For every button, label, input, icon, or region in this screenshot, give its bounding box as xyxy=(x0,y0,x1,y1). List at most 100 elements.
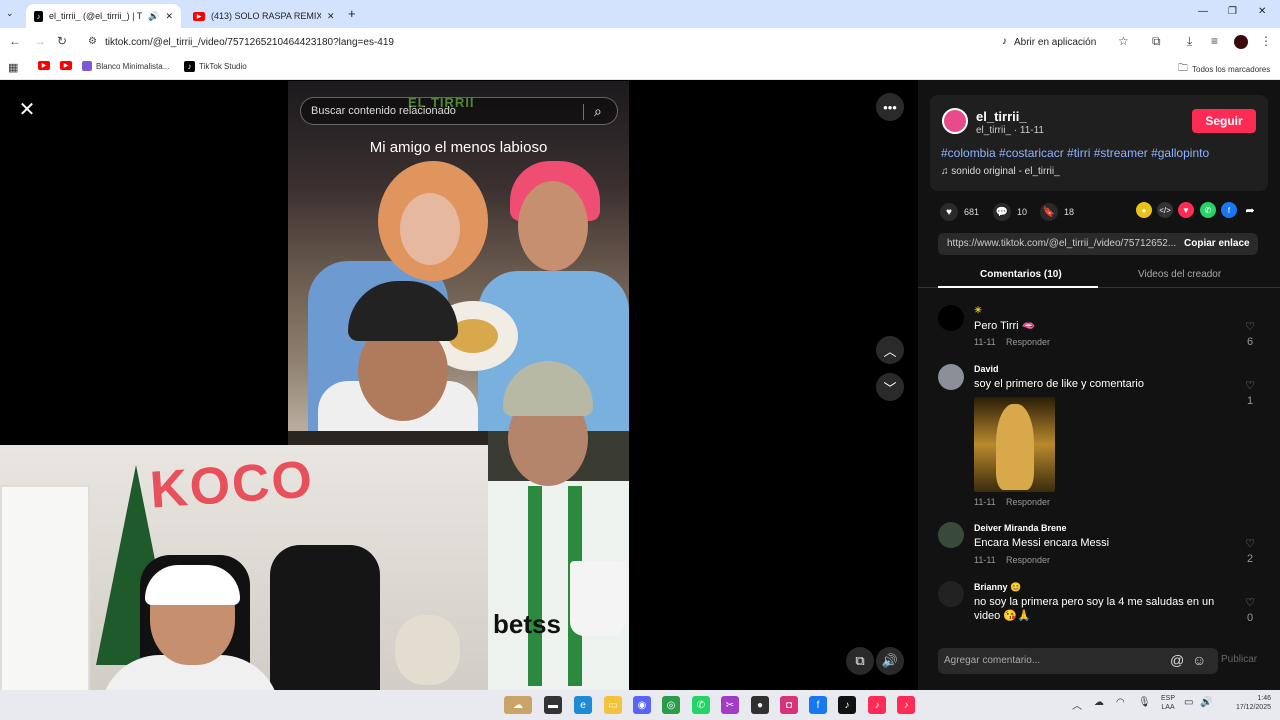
display-icon[interactable]: ▭ xyxy=(1184,697,1193,708)
comment-icon: 💬 xyxy=(993,203,1011,221)
restore-icon[interactable]: ❐ xyxy=(1228,6,1237,17)
edge-icon[interactable]: e xyxy=(574,696,592,714)
obs-icon[interactable]: ● xyxy=(751,696,769,714)
close-tab-icon[interactable]: ✕ xyxy=(165,11,173,22)
browser-tab-youtube[interactable]: ▶ (413) SOLO RASPA REMIX - @ ✕ xyxy=(185,4,345,28)
volume-button[interactable]: 🔊 xyxy=(876,647,904,675)
like-stat[interactable]: ♥ 681 xyxy=(940,203,979,221)
tiktok-icon[interactable]: ♪ xyxy=(838,696,856,714)
chrome-icon[interactable]: ◎ xyxy=(662,696,680,714)
file-explorer-dark-icon[interactable]: ▬ xyxy=(544,696,562,714)
comment-like-icon[interactable]: ♡ xyxy=(1243,537,1257,550)
speaker-icon[interactable]: 🔊 xyxy=(148,11,159,22)
comment-author-badge: ☀ xyxy=(974,305,983,315)
back-icon[interactable]: ← xyxy=(9,34,21,48)
facebook-icon[interactable]: f xyxy=(1221,202,1237,218)
url-text[interactable]: tiktok.com/@el_tirrii_/video/75712652104… xyxy=(105,37,394,48)
video-sound[interactable]: ♫ sonido original - el_tirrii_ xyxy=(941,166,1060,177)
close-window-icon[interactable]: ✕ xyxy=(1258,6,1266,17)
apps-grid-icon[interactable]: ▦ xyxy=(8,61,18,74)
save-stat[interactable]: 🔖 18 xyxy=(1040,203,1074,221)
tiktok-studio-icon[interactable]: ♪ xyxy=(868,696,886,714)
copy-link-button[interactable]: Copiar enlace xyxy=(1184,238,1250,249)
coin-icon[interactable]: ● xyxy=(1136,202,1152,218)
reload-icon[interactable]: ↻ xyxy=(57,34,67,48)
comment-avatar[interactable] xyxy=(938,581,964,607)
comment-author[interactable]: David xyxy=(974,364,999,374)
comment-input[interactable]: Agregar comentario... @ ☺ xyxy=(938,648,1218,674)
minimize-icon[interactable]: — xyxy=(1198,6,1208,17)
reply-button[interactable]: Responder xyxy=(1006,555,1050,565)
comment-like-icon[interactable]: ♡ xyxy=(1243,379,1257,392)
comment-avatar[interactable] xyxy=(938,522,964,548)
author-avatar[interactable] xyxy=(942,108,968,134)
browser-tab-tiktok[interactable]: ♪ el_tirrii_ (@el_tirrii_) | TikTok 🔊 ✕ xyxy=(26,4,181,28)
video-link-url[interactable]: https://www.tiktok.com/@el_tirrii_/video… xyxy=(947,238,1177,249)
follow-button[interactable]: Seguir xyxy=(1192,109,1256,133)
reading-list-icon[interactable]: ≡ xyxy=(1211,34,1218,48)
whatsapp-icon[interactable]: ✆ xyxy=(1200,202,1216,218)
download-icon[interactable]: ⤓ xyxy=(1187,34,1192,49)
whatsapp-icon[interactable]: ✆ xyxy=(692,696,710,714)
profile-avatar[interactable] xyxy=(1234,35,1248,49)
extensions-icon[interactable]: ⧉ xyxy=(1152,34,1161,49)
volume-icon[interactable]: 🔊 xyxy=(1200,697,1212,708)
new-tab-icon[interactable]: + xyxy=(348,6,356,21)
search-icon[interactable]: ⌕ xyxy=(594,103,602,120)
comment-stat[interactable]: 💬 10 xyxy=(993,203,1027,221)
related-search-bar[interactable]: Buscar contenido relacionado ⌕ xyxy=(300,97,618,125)
video-link-box: https://www.tiktok.com/@el_tirrii_/video… xyxy=(938,233,1258,255)
more-options-button[interactable]: ••• xyxy=(876,93,904,121)
bookmark-star-icon[interactable]: ☆ xyxy=(1118,34,1129,48)
discord-icon[interactable]: ◉ xyxy=(633,696,651,714)
tab-search-icon[interactable]: ⌄ xyxy=(6,8,14,19)
comment-author[interactable]: Brianny 😊 xyxy=(974,582,1021,593)
comment-avatar[interactable] xyxy=(938,305,964,331)
author-username[interactable]: el_tirrii_ xyxy=(976,109,1027,124)
widgets-icon[interactable]: ☁ xyxy=(504,696,532,714)
close-video-button[interactable]: ✕ xyxy=(14,96,40,122)
all-bookmarks[interactable]: 🗀 Todos los marcadores xyxy=(1178,61,1270,78)
previous-video-button[interactable]: ︿ xyxy=(876,336,904,364)
forward-icon[interactable]: → xyxy=(34,34,46,48)
mention-icon[interactable]: @ xyxy=(1170,652,1184,668)
share-arrow-icon[interactable]: ➦ xyxy=(1242,202,1258,218)
next-video-button[interactable]: ﹀ xyxy=(876,373,904,401)
browser-tab-strip: ⌄ ♪ el_tirrii_ (@el_tirrii_) | TikTok 🔊 … xyxy=(0,0,1280,28)
bookmark-tiktok-studio[interactable]: ♪ TikTok Studio xyxy=(184,61,247,72)
tray-wifi-icon[interactable]: ◠ xyxy=(1116,697,1125,708)
tray-cloud-icon[interactable]: ☁ xyxy=(1094,697,1104,708)
post-comment-button[interactable]: Publicar xyxy=(1221,654,1257,665)
bookmark-youtube-1[interactable]: ▶ xyxy=(38,61,50,70)
picture-in-picture-button[interactable]: ⧉ xyxy=(846,647,874,675)
emoji-icon[interactable]: ☺ xyxy=(1192,652,1206,668)
microphone-icon[interactable]: 🎙 xyxy=(1138,697,1151,708)
reply-button[interactable]: Responder xyxy=(1006,497,1050,507)
webcam-shelf xyxy=(0,485,90,720)
instagram-icon[interactable]: ◘ xyxy=(780,696,798,714)
folder-icon[interactable]: ▭ xyxy=(604,696,622,714)
site-info-icon[interactable]: ⚙ xyxy=(88,36,97,47)
bookmark-youtube-2[interactable]: ▶ xyxy=(60,61,72,70)
language-indicator[interactable]: ESP LAA xyxy=(1161,694,1175,712)
tab-creator-videos[interactable]: Videos del creador xyxy=(1138,269,1221,280)
snipping-tool-icon[interactable]: ✂ xyxy=(721,696,739,714)
bookmark-blanco[interactable]: Blanco Minimalista... xyxy=(82,61,169,71)
embed-icon[interactable]: </> xyxy=(1157,202,1173,218)
send-to-friends-icon[interactable]: ▼ xyxy=(1178,202,1194,218)
comment-like-icon[interactable]: ♡ xyxy=(1243,596,1257,609)
webcam-skull xyxy=(395,615,460,685)
tray-chevron-icon[interactable]: ︿ xyxy=(1072,697,1082,712)
tiktok-live-icon[interactable]: ♪ xyxy=(897,696,915,714)
comment-author[interactable]: Deiver Miranda Brene xyxy=(974,523,1067,533)
comment-avatar[interactable] xyxy=(938,364,964,390)
tab-comments[interactable]: Comentarios (10) xyxy=(980,269,1062,280)
menu-dots-icon[interactable]: ⋮ xyxy=(1260,34,1272,48)
video-hashtags[interactable]: #colombia #costaricacr #tirri #streamer … xyxy=(941,146,1209,160)
system-clock[interactable]: 1:46 17/12/2025 xyxy=(1215,694,1271,712)
open-in-app-button[interactable]: Abrir en aplicación xyxy=(1014,37,1096,48)
comment-like-icon[interactable]: ♡ xyxy=(1243,320,1257,333)
reply-button[interactable]: Responder xyxy=(1006,337,1050,347)
facebook-icon[interactable]: f xyxy=(809,696,827,714)
close-tab-icon[interactable]: ✕ xyxy=(327,11,335,22)
